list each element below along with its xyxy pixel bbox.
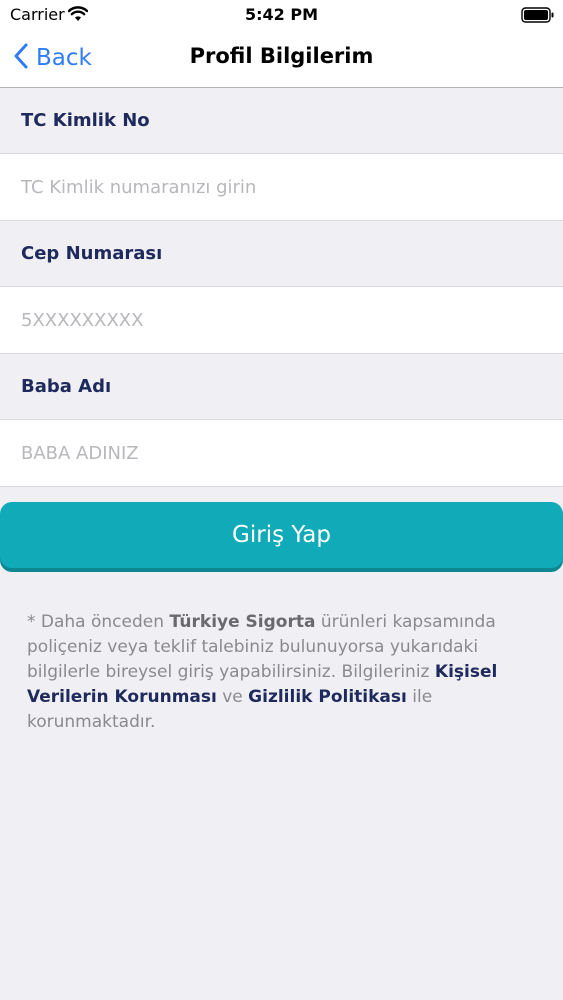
clock: 5:42 PM: [244, 5, 318, 24]
privacy-policy-link[interactable]: Gizlilik Politikası: [248, 687, 407, 707]
cep-numarasi-label: Cep Numarası: [0, 221, 563, 287]
cep-numarasi-row: [0, 287, 563, 354]
login-button[interactable]: Giriş Yap: [0, 502, 563, 568]
info-text-part: ve: [216, 687, 249, 707]
brand-name: Türkiye Sigorta: [169, 612, 316, 632]
cep-numarasi-input[interactable]: [0, 287, 563, 353]
battery-icon: [521, 7, 555, 27]
status-bar: Carrier 5:42 PM: [0, 0, 563, 30]
baba-adi-row: [0, 420, 563, 487]
tc-kimlik-row: [0, 154, 563, 221]
profile-form: TC Kimlik No Cep Numarası Baba Adı: [0, 88, 563, 487]
navigation-bar: Back Profil Bilgilerim: [0, 30, 563, 88]
info-text: * Daha önceden Türkiye Sigorta ürünleri …: [27, 610, 542, 735]
tc-kimlik-label: TC Kimlik No: [0, 88, 563, 154]
baba-adi-input[interactable]: [0, 420, 563, 486]
page-title: Profil Bilgilerim: [189, 44, 374, 68]
tc-kimlik-input[interactable]: [0, 154, 563, 220]
info-text-part: * Daha önceden: [27, 612, 170, 632]
baba-adi-label: Baba Adı: [0, 354, 563, 420]
